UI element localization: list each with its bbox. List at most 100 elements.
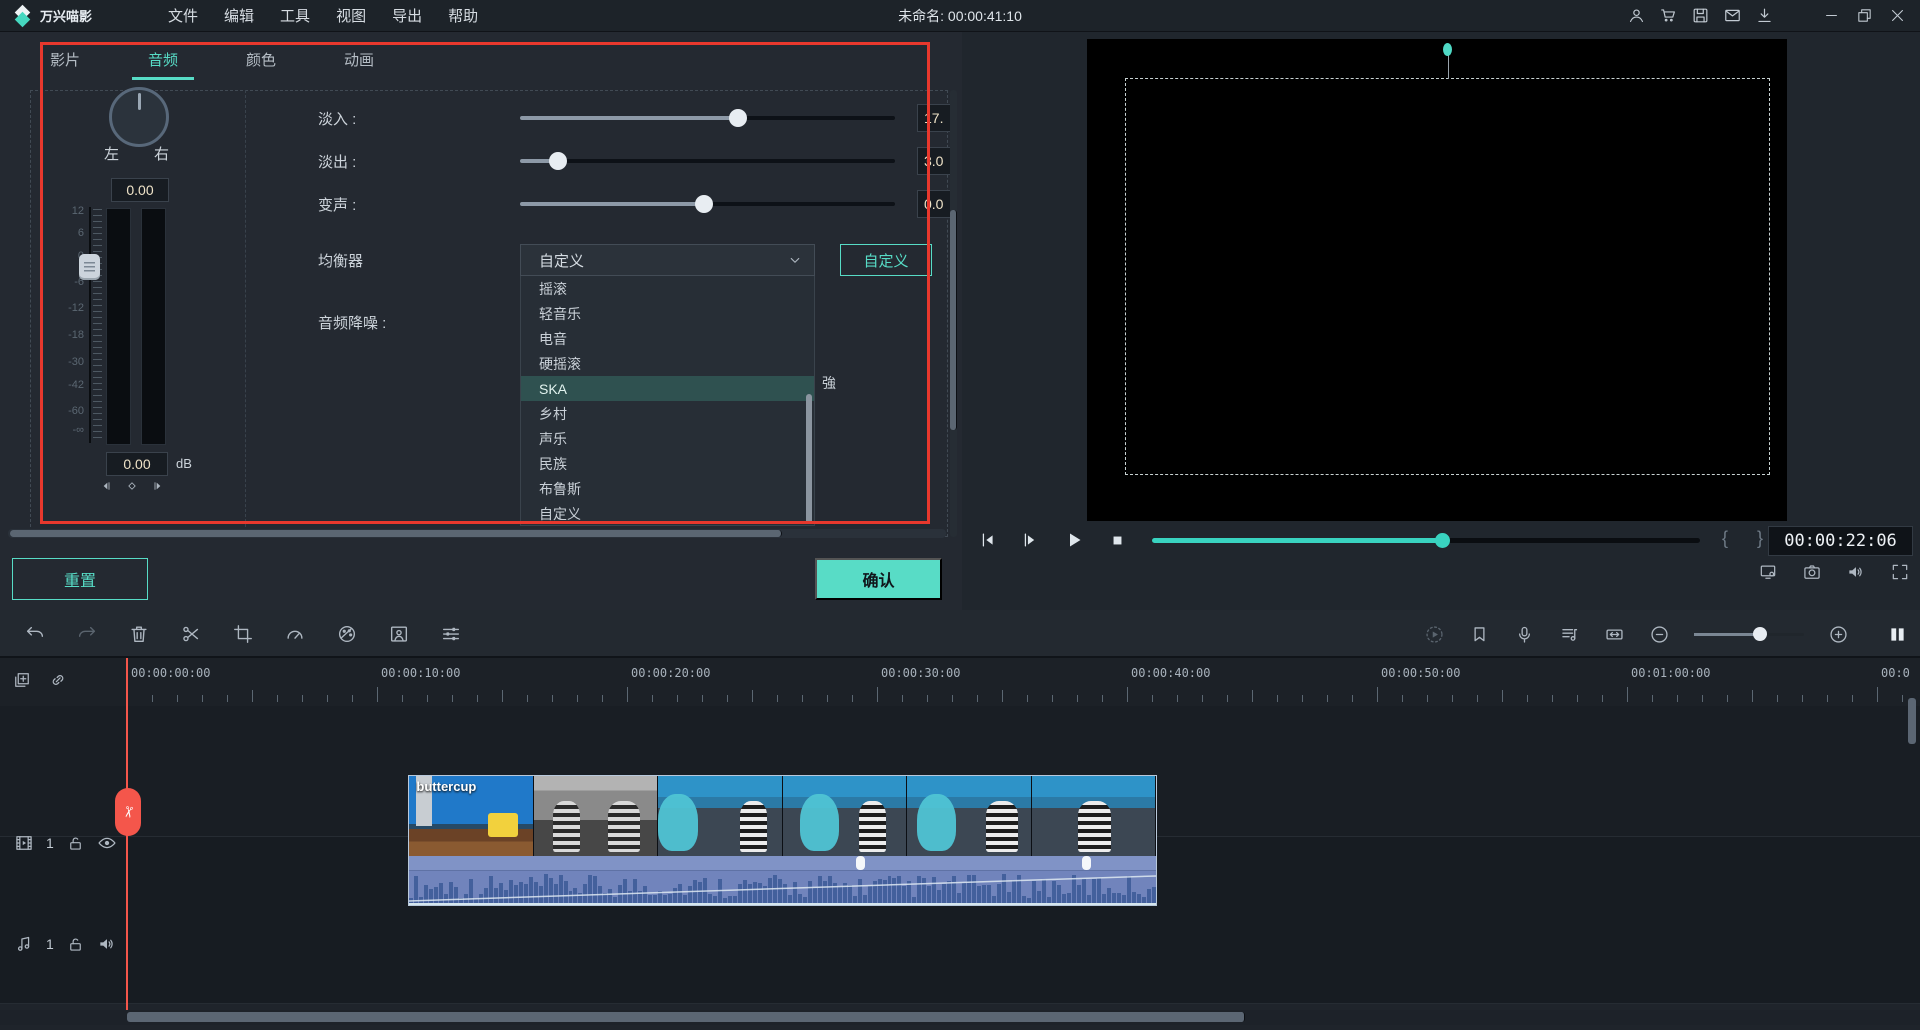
- menu-item-1[interactable]: 文件: [168, 5, 198, 26]
- zoom-out-icon[interactable]: [1649, 624, 1670, 645]
- speed-icon[interactable]: [284, 623, 306, 645]
- slider-track-0[interactable]: [520, 116, 895, 120]
- menu-item-3[interactable]: 工具: [280, 5, 310, 26]
- tab-音频[interactable]: 音频: [114, 36, 212, 82]
- dropdown-scrollbar[interactable]: [806, 394, 812, 524]
- undo-icon[interactable]: [24, 623, 46, 645]
- scrollbar-thumb[interactable]: [10, 530, 782, 537]
- split-icon[interactable]: [180, 623, 202, 645]
- menu-item-5[interactable]: 导出: [392, 5, 422, 26]
- play-icon[interactable]: [1062, 528, 1086, 552]
- stop-icon[interactable]: [1108, 531, 1127, 550]
- equalizer-option-SKA[interactable]: SKA: [521, 376, 814, 401]
- adjust-icon[interactable]: [440, 623, 462, 645]
- equalizer-option-自定义[interactable]: 自定义: [521, 501, 814, 526]
- panel-vertical-scrollbar[interactable]: [950, 90, 957, 537]
- timeline-zoom-slider[interactable]: [1694, 633, 1804, 636]
- equalizer-option-轻音乐[interactable]: 轻音乐: [521, 301, 814, 326]
- clip-thumbnail-5: [907, 776, 1032, 856]
- playhead-scissors-handle[interactable]: ✂: [115, 788, 141, 836]
- scrollbar-thumb[interactable]: [950, 210, 957, 430]
- lock-open-icon[interactable]: [66, 834, 85, 853]
- menu-item-2[interactable]: 编辑: [224, 5, 254, 26]
- slider-handle[interactable]: [549, 152, 567, 170]
- track-manager-icon[interactable]: [1887, 624, 1908, 645]
- tab-动画[interactable]: 动画: [310, 36, 408, 82]
- zoom-in-icon[interactable]: [1828, 624, 1849, 645]
- timeline-horizontal-scrollbar[interactable]: [0, 1010, 1920, 1025]
- timeline-ruler[interactable]: 00:00:00:0000:00:10:0000:00:20:0000:00:3…: [0, 658, 1920, 706]
- lock-open-icon[interactable]: [66, 935, 85, 954]
- volume-input[interactable]: 0.00: [106, 452, 168, 476]
- kf-add-icon[interactable]: [124, 478, 140, 494]
- equalizer-option-声乐[interactable]: 声乐: [521, 426, 814, 451]
- timeline-clip[interactable]: buttercup: [408, 775, 1157, 906]
- eye-icon[interactable]: [97, 833, 117, 853]
- equalizer-option-摇滚[interactable]: 摇滚: [521, 276, 814, 301]
- next-frame-icon[interactable]: [1020, 530, 1040, 550]
- audio-mixer-icon[interactable]: [1559, 624, 1580, 645]
- equalizer-option-布鲁斯[interactable]: 布鲁斯: [521, 476, 814, 501]
- link-icon[interactable]: [48, 670, 68, 690]
- equalizer-option-民族[interactable]: 民族: [521, 451, 814, 476]
- pan-knob[interactable]: [109, 87, 169, 147]
- color-icon[interactable]: [336, 623, 358, 645]
- tab-颜色[interactable]: 颜色: [212, 36, 310, 82]
- slider-handle[interactable]: [729, 109, 747, 127]
- fit-timeline-icon[interactable]: [1604, 624, 1625, 645]
- minimize-icon[interactable]: [1823, 7, 1840, 24]
- volume-fader-handle[interactable]: [79, 254, 100, 280]
- voiceover-icon[interactable]: [1514, 624, 1535, 645]
- equalizer-option-乡村[interactable]: 乡村: [521, 401, 814, 426]
- confirm-button[interactable]: 确认: [815, 558, 942, 600]
- download-icon[interactable]: [1755, 6, 1774, 25]
- restore-icon[interactable]: [1856, 7, 1873, 24]
- add-track-icon[interactable]: [12, 670, 32, 690]
- close-icon[interactable]: [1889, 7, 1906, 24]
- balance-input[interactable]: 0.00: [111, 178, 169, 202]
- snapshot-icon[interactable]: [1802, 562, 1822, 582]
- slider-track-2[interactable]: [520, 202, 895, 206]
- rotate-handle[interactable]: [1443, 43, 1452, 56]
- save-icon[interactable]: [1691, 6, 1710, 25]
- panel-horizontal-scrollbar[interactable]: [8, 529, 946, 538]
- equalizer-option-硬摇滚[interactable]: 硬摇滚: [521, 351, 814, 376]
- equalizer-option-电音[interactable]: 电音: [521, 326, 814, 351]
- kf-next-icon[interactable]: [150, 478, 166, 494]
- keyframe-marker[interactable]: [1082, 856, 1091, 870]
- delete-icon[interactable]: [128, 623, 150, 645]
- chroma-icon[interactable]: [388, 623, 410, 645]
- account-icon[interactable]: [1627, 6, 1646, 25]
- preview-canvas[interactable]: [1087, 39, 1787, 521]
- preview-progress-bar[interactable]: [1152, 538, 1700, 543]
- fullscreen-icon[interactable]: [1890, 562, 1910, 582]
- display-settings-icon[interactable]: [1758, 562, 1778, 582]
- kf-prev-icon[interactable]: [98, 478, 114, 494]
- keyframe-marker[interactable]: [856, 856, 865, 870]
- cart-icon[interactable]: [1659, 6, 1678, 25]
- prev-frame-icon[interactable]: [978, 530, 998, 550]
- speaker-icon[interactable]: [1846, 562, 1866, 582]
- denoise-option-strong[interactable]: 強: [822, 370, 836, 395]
- speaker-icon[interactable]: [97, 934, 117, 954]
- menu-item-4[interactable]: 视图: [336, 5, 366, 26]
- scrollbar-thumb[interactable]: [127, 1012, 1245, 1022]
- equalizer-custom-button[interactable]: 自定义: [840, 244, 932, 276]
- volume-envelope-line[interactable]: [409, 871, 1156, 905]
- reset-button[interactable]: 重置: [12, 558, 148, 600]
- render-preview-icon[interactable]: [1424, 624, 1445, 645]
- slider-track-1[interactable]: [520, 159, 895, 163]
- progress-handle[interactable]: [1435, 533, 1450, 548]
- mail-icon[interactable]: [1723, 6, 1742, 25]
- zoom-handle[interactable]: [1753, 627, 1767, 641]
- timeline-vertical-scrollbar[interactable]: [1908, 698, 1916, 744]
- equalizer-select[interactable]: 自定义: [520, 244, 815, 276]
- marker-icon[interactable]: [1469, 624, 1490, 645]
- clip-thumbnail-4: [783, 776, 908, 856]
- slider-handle[interactable]: [695, 195, 713, 213]
- menu-item-6[interactable]: 帮助: [448, 5, 478, 26]
- redo-icon[interactable]: [76, 623, 98, 645]
- clip-selection-box[interactable]: [1125, 78, 1770, 475]
- tab-影片[interactable]: 影片: [16, 36, 114, 82]
- crop-icon[interactable]: [232, 623, 254, 645]
